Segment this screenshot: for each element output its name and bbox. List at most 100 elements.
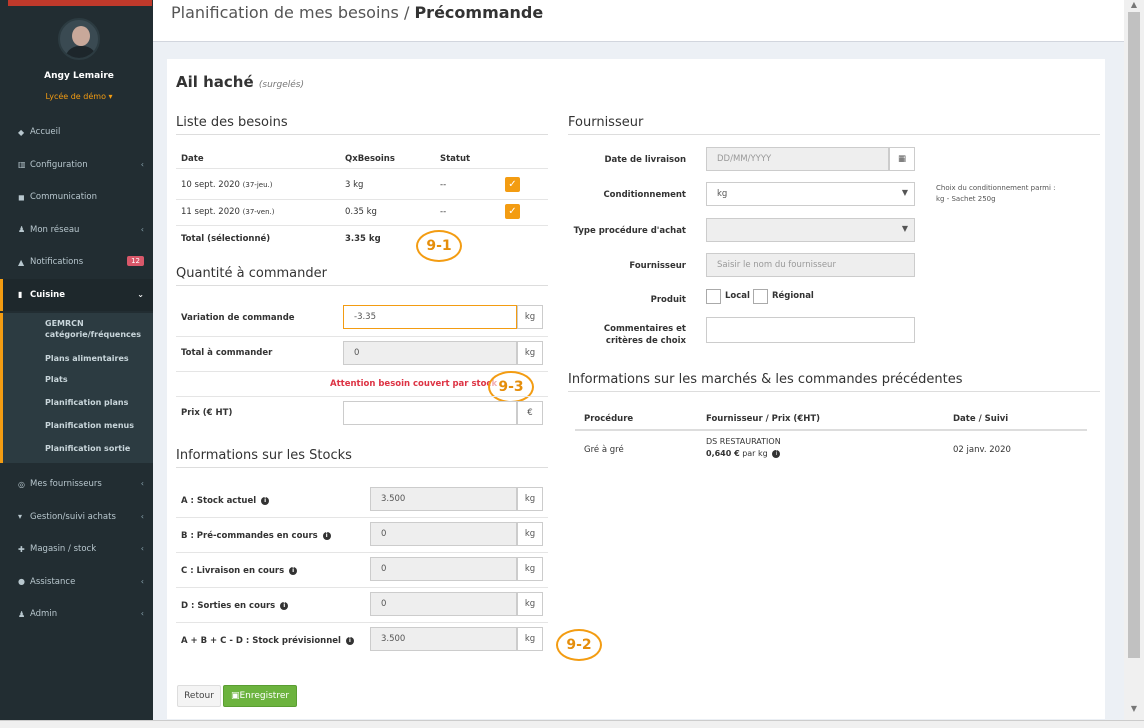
scrollbar[interactable]: ▲ ▼	[1124, 0, 1144, 720]
chevron-icon: ‹	[140, 511, 144, 521]
stock-unit: kg	[517, 487, 543, 511]
page-title: Planification de mes besoins / Précomman…	[171, 3, 543, 22]
submenu-item[interactable]: GEMRCN catégorie/fréquences	[45, 318, 145, 340]
stock-value: 3.500	[370, 487, 517, 511]
nav-icon: ◼	[18, 192, 25, 202]
stock-unit: kg	[517, 522, 543, 546]
regional-checkbox[interactable]	[753, 289, 768, 304]
sidebar-item-mes-fournisseurs[interactable]: ◎ Mes fournisseurs ‹	[0, 468, 153, 501]
sidebar-item-mon-r-seau[interactable]: ♟ Mon réseau ‹	[0, 214, 153, 247]
nav-icon: ●	[18, 577, 25, 587]
market-price: 0,640 € par kg i	[706, 449, 781, 458]
stocks-section-title: Informations sur les Stocks	[176, 448, 548, 468]
local-label: Local	[725, 291, 750, 301]
sidebar-item-cuisine[interactable]: ▮ Cuisine ⌄	[0, 278, 153, 311]
save-button[interactable]: ▣Enregistrer	[223, 685, 297, 707]
col-date-followup: Date / Suivi	[953, 414, 1009, 424]
sidebar-item-notifications[interactable]: ▲ Notifications 12	[0, 246, 153, 279]
sidebar-item-magasin-stock[interactable]: ✚ Magasin / stock ‹	[0, 533, 153, 566]
submenu-item[interactable]: Planification plans	[45, 397, 128, 408]
stock-label: D : Sorties en cours i	[181, 601, 289, 611]
variation-input[interactable]: -3.35	[343, 305, 517, 329]
need-checkbox[interactable]: ✓	[505, 204, 520, 219]
info-icon[interactable]: i	[772, 449, 781, 458]
nav-icon: ♟	[18, 225, 26, 235]
pack-select[interactable]: kg ▼	[706, 182, 915, 206]
delivery-label: Date de livraison	[604, 155, 686, 165]
annotation-9-3: 9-3	[488, 371, 534, 403]
submenu-item[interactable]: Plans alimentaires	[45, 353, 129, 364]
product-origin-label: Produit	[650, 295, 686, 305]
submenu-item[interactable]: Plats	[45, 374, 68, 385]
sidebar-nav-secondary: ◎ Mes fournisseurs ‹ ▾ Gestion/suivi achats ‹…	[0, 468, 153, 631]
info-icon[interactable]: i	[289, 566, 298, 575]
comments-textarea[interactable]	[706, 317, 915, 343]
calendar-icon[interactable]: ▦	[889, 147, 915, 171]
need-checkbox[interactable]: ✓	[505, 177, 520, 192]
sidebar-submenu-cuisine: GEMRCN catégorie/fréquences Plans aliment…	[0, 313, 153, 463]
price-unit: €	[517, 401, 543, 425]
order-section-title: Quantité à commander	[176, 266, 548, 286]
market-section-title: Informations sur les marchés & les comma…	[568, 372, 1100, 392]
chevron-icon: ‹	[140, 479, 144, 488]
stock-label: A + B + C - D : Stock prévisionnel i	[181, 636, 354, 646]
sidebar-item-accueil[interactable]: ◆ Accueil	[0, 116, 153, 149]
annotation-9-1: 9-1	[416, 230, 462, 262]
sidebar-item-assistance[interactable]: ● Assistance ‹	[0, 566, 153, 599]
variation-label: Variation de commande	[181, 313, 295, 323]
user-name: Angy Lemaire	[44, 71, 114, 81]
back-button[interactable]: Retour	[177, 685, 221, 707]
needs-total-value: 3.35 kg	[345, 234, 381, 244]
total-order-unit: kg	[517, 341, 543, 365]
procedure-select[interactable]: ▼	[706, 218, 915, 242]
stock-value: 0	[370, 522, 517, 546]
total-order-label: Total à commander	[181, 348, 273, 358]
scroll-thumb[interactable]	[1128, 12, 1140, 658]
stock-unit: kg	[517, 627, 543, 651]
scroll-up-icon[interactable]: ▲	[1124, 0, 1144, 9]
sidebar-item-label: Notifications	[30, 257, 84, 268]
scroll-down-icon[interactable]: ▼	[1124, 704, 1144, 713]
local-checkbox[interactable]	[706, 289, 721, 304]
top-bar: Planification de mes besoins / Précomman…	[153, 0, 1124, 42]
info-icon[interactable]: i	[322, 531, 331, 540]
price-input[interactable]	[343, 401, 517, 425]
sidebar-nav: ◆ Accueil ▥ Configuration ‹ ◼ Communication ♟ Mo…	[0, 116, 153, 311]
col-supplier-price: Fournisseur / Prix (€HT)	[706, 414, 821, 424]
product-category: (surgelés)	[258, 80, 304, 90]
nav-icon: ▲	[18, 257, 25, 267]
nav-icon: ▥	[18, 160, 26, 170]
page-title-current: Précommande	[414, 3, 544, 22]
notification-badge: 12	[127, 256, 144, 266]
submenu-item[interactable]: Planification menus	[45, 420, 134, 431]
school-selector[interactable]: Lycée de démo ▾	[0, 92, 158, 101]
sidebar-item-label: Gestion/suivi achats	[30, 511, 116, 522]
sidebar-item-gestion-suivi-achats[interactable]: ▾ Gestion/suivi achats ‹	[0, 501, 153, 534]
supplier-label: Fournisseur	[629, 261, 686, 271]
chevron-icon: ‹	[140, 576, 144, 586]
col-qty: QxBesoins	[345, 154, 395, 164]
sidebar-item-admin[interactable]: ♟ Admin ‹	[0, 598, 153, 631]
info-icon[interactable]: i	[261, 496, 270, 505]
submenu-item[interactable]: Planification sortie	[45, 443, 130, 454]
sidebar-item-label: Cuisine	[30, 289, 65, 300]
stock-label: C : Livraison en cours i	[181, 566, 298, 576]
sidebar-item-configuration[interactable]: ▥ Configuration ‹	[0, 149, 153, 182]
price-label: Prix (€ HT)	[181, 408, 233, 418]
sidebar-item-label: Accueil	[30, 127, 61, 138]
delivery-date-input[interactable]: DD/MM/YYYY	[706, 147, 889, 171]
info-icon[interactable]: i	[345, 636, 354, 645]
product-name: Ail haché	[176, 73, 254, 91]
sidebar-item-communication[interactable]: ◼ Communication	[0, 181, 153, 214]
supplier-section-title: Fournisseur	[568, 115, 1100, 135]
product-title: Ail haché (surgelés)	[176, 73, 304, 91]
stock-value: 0	[370, 557, 517, 581]
sidebar-item-label: Mes fournisseurs	[30, 479, 102, 490]
avatar[interactable]	[58, 18, 100, 60]
procedure-label: Type procédure d'achat	[573, 226, 686, 236]
market-supplier: DS RESTAURATION	[706, 437, 781, 446]
precommande-card: Ail haché (surgelés) Liste des besoins D…	[167, 59, 1105, 719]
info-icon[interactable]: i	[280, 601, 289, 610]
stock-unit: kg	[517, 557, 543, 581]
supplier-input[interactable]: Saisir le nom du fournisseur	[706, 253, 915, 277]
